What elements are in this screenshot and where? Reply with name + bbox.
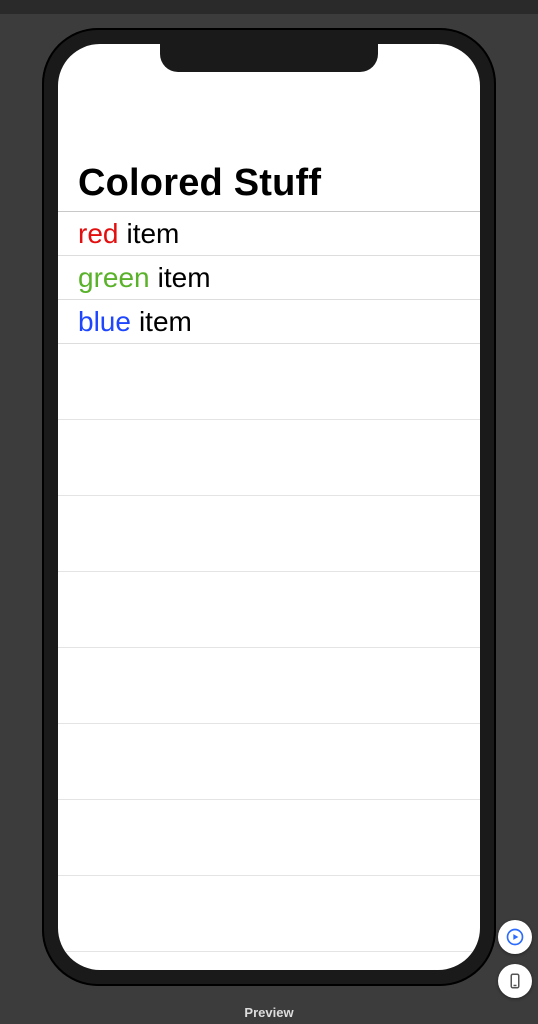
item-color-name: green xyxy=(78,264,150,292)
list-item[interactable]: green item xyxy=(58,256,480,300)
editor-topbar xyxy=(0,0,538,14)
app-content: Colored Stuff reditemgreenitemblueitem xyxy=(58,44,480,970)
empty-list-row xyxy=(58,876,480,952)
preview-label: Preview xyxy=(244,1005,293,1020)
empty-list-row xyxy=(58,800,480,876)
empty-list-row xyxy=(58,344,480,420)
device-notch xyxy=(160,44,378,72)
item-label: item xyxy=(126,220,179,248)
play-preview-button[interactable] xyxy=(498,920,532,954)
item-color-name: blue xyxy=(78,308,131,336)
preview-controls xyxy=(498,920,532,998)
list-item[interactable]: reditem xyxy=(58,212,480,256)
play-icon xyxy=(505,927,525,947)
page-title: Colored Stuff xyxy=(58,162,480,211)
empty-list-row xyxy=(58,420,480,496)
device-icon xyxy=(506,972,524,990)
empty-list-row xyxy=(58,572,480,648)
device-screen: Colored Stuff reditemgreenitemblueitem xyxy=(58,44,480,970)
item-list: reditemgreenitemblueitem xyxy=(58,211,480,970)
item-label: item xyxy=(139,308,192,336)
empty-list-row xyxy=(58,724,480,800)
device-settings-button[interactable] xyxy=(498,964,532,998)
item-label: item xyxy=(158,264,211,292)
list-item[interactable]: blue item xyxy=(58,300,480,344)
item-color-name: red xyxy=(78,220,118,248)
empty-list-row xyxy=(58,496,480,572)
empty-list-row xyxy=(58,952,480,970)
device-frame: Colored Stuff reditemgreenitemblueitem xyxy=(42,28,496,986)
empty-list-row xyxy=(58,648,480,724)
preview-canvas: Colored Stuff reditemgreenitemblueitem xyxy=(0,14,538,1010)
